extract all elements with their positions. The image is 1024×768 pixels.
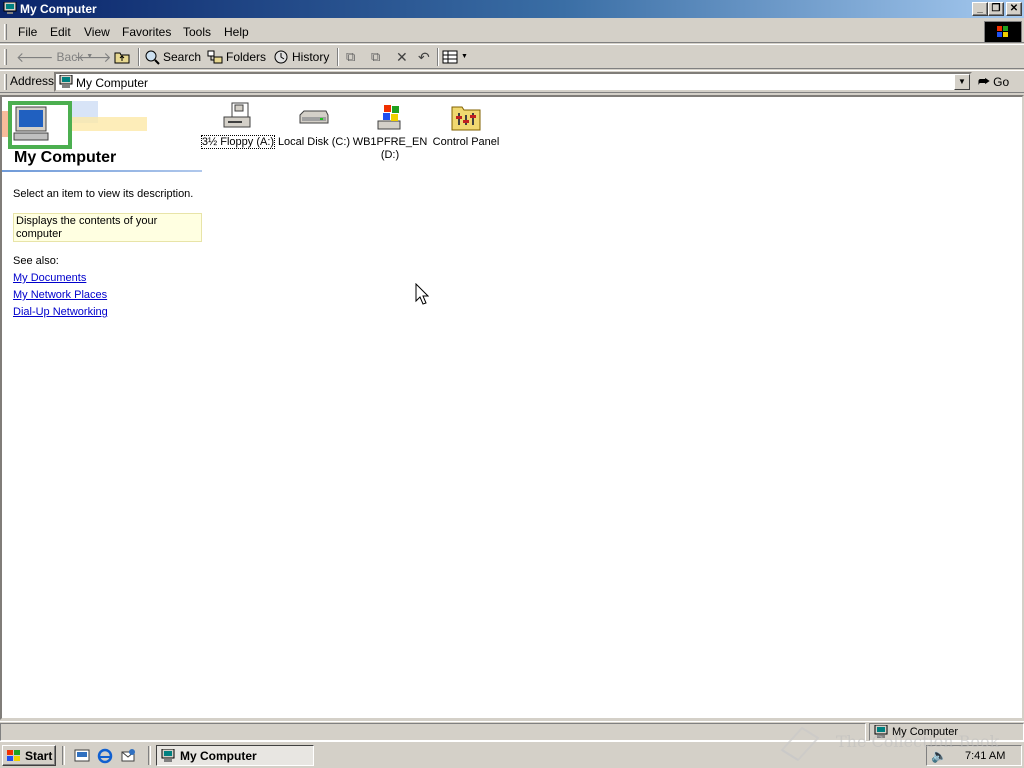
- floppy-drive-icon: [223, 102, 251, 128]
- internet-explorer-icon[interactable]: [97, 748, 113, 764]
- address-dropdown-icon[interactable]: ▼: [954, 74, 970, 90]
- address-value: My Computer: [76, 76, 149, 90]
- copy-to-button[interactable]: ⧉: [371, 48, 380, 66]
- forward-arrow-icon: 🡒: [74, 49, 112, 65]
- item-control-panel[interactable]: Control Panel: [428, 101, 504, 149]
- windows-logo-icon: [984, 21, 1022, 43]
- link-my-documents[interactable]: My Documents: [13, 272, 86, 284]
- taskbar-item-label: My Computer: [180, 748, 257, 763]
- folder-view[interactable]: My Computer Select an item to view its d…: [0, 95, 1024, 720]
- menu-help[interactable]: Help: [224, 25, 249, 39]
- restore-button[interactable]: ❐: [988, 2, 1004, 16]
- menu-favorites[interactable]: Favorites: [122, 25, 171, 39]
- address-bar: Address My Computer ▼ ⮫ Go: [0, 70, 1024, 93]
- views-dropdown-icon: ▼: [461, 53, 468, 60]
- cd-drive-icon: [377, 105, 401, 130]
- address-label: Address: [10, 74, 55, 88]
- views-button[interactable]: ▼: [442, 48, 468, 66]
- search-label: Search: [163, 50, 202, 64]
- menu-view[interactable]: View: [84, 25, 110, 39]
- standard-toolbar: 🡐 Back ▼ 🡒 ▼ Search Folders History ⧉ ⧉ …: [0, 44, 1024, 69]
- copy-to-icon: ⧉: [371, 49, 381, 64]
- mouse-pointer-icon: [415, 283, 429, 305]
- views-icon: [442, 50, 458, 64]
- item-label: WB1PFRE_EN (D:): [352, 136, 428, 161]
- my-computer-icon: [59, 75, 73, 88]
- panel-divider: [2, 170, 202, 172]
- item-label: Local Disk (C:): [277, 136, 351, 148]
- clock[interactable]: 7:41 AM: [965, 747, 1005, 766]
- toolbar-separator: [138, 48, 140, 66]
- start-label: Start: [25, 748, 53, 763]
- quicklaunch-grip[interactable]: [62, 746, 65, 765]
- status-bar: My Computer: [0, 721, 1024, 741]
- menu-file[interactable]: File: [18, 25, 37, 39]
- my-computer-icon: [3, 2, 17, 14]
- move-to-button[interactable]: ⧉: [346, 48, 355, 66]
- folders-button[interactable]: Folders: [207, 48, 266, 66]
- status-pane-main: [0, 723, 866, 741]
- explorer-window: My Computer _ ❐ ✕ File Edit View Favorit…: [0, 0, 1024, 741]
- minimize-button[interactable]: _: [972, 2, 988, 16]
- history-label: History: [292, 50, 330, 64]
- menu-grip[interactable]: [4, 24, 7, 40]
- web-view-panel: My Computer Select an item to view its d…: [2, 97, 204, 327]
- toolbar-separator: [437, 48, 439, 66]
- up-button[interactable]: [114, 48, 130, 66]
- info-tip: Displays the contents of your computer: [13, 213, 202, 242]
- delete-button[interactable]: ✕: [396, 48, 408, 66]
- history-icon: [274, 50, 288, 64]
- undo-icon: ↶: [418, 49, 430, 65]
- address-input[interactable]: My Computer ▼: [54, 72, 972, 92]
- status-pane-zone: My Computer: [869, 723, 1024, 741]
- panel-title: My Computer: [14, 149, 117, 166]
- taskbar-item-my-computer[interactable]: My Computer: [156, 745, 314, 766]
- item-label: 3½ Floppy (A:): [200, 135, 276, 149]
- search-icon: [145, 50, 160, 65]
- toolbar-grip[interactable]: [4, 49, 7, 65]
- see-also-label: See also:: [13, 255, 59, 267]
- item-label: Control Panel: [432, 136, 500, 148]
- move-to-icon: ⧉: [346, 49, 356, 64]
- go-label: Go: [993, 75, 1010, 89]
- panel-description: Select an item to view its description.: [13, 188, 194, 200]
- volume-icon[interactable]: 🔈: [931, 746, 947, 765]
- link-dial-up-networking[interactable]: Dial-Up Networking: [13, 306, 108, 318]
- control-panel-icon: [451, 106, 481, 131]
- item-floppy-drive[interactable]: 3½ Floppy (A:): [200, 101, 276, 149]
- item-cd-drive[interactable]: WB1PFRE_EN (D:): [352, 101, 428, 162]
- go-button[interactable]: ⮫ Go: [978, 74, 1009, 90]
- system-tray: 🔈 7:41 AM: [926, 745, 1022, 766]
- history-button[interactable]: History: [273, 48, 329, 66]
- back-arrow-icon: 🡐: [16, 49, 54, 65]
- window-title: My Computer: [20, 2, 97, 16]
- taskbar: Start My Computer 🔈 7:41 AM: [0, 741, 1024, 768]
- address-grip[interactable]: [4, 74, 7, 90]
- undo-button[interactable]: ↶: [418, 48, 430, 66]
- show-desktop-icon[interactable]: [74, 748, 90, 764]
- my-computer-icon: [874, 725, 888, 738]
- link-my-network-places[interactable]: My Network Places: [13, 289, 107, 301]
- windows-flag-icon: [7, 749, 20, 761]
- start-button[interactable]: Start: [2, 745, 56, 766]
- menu-tools[interactable]: Tools: [183, 25, 211, 39]
- menu-edit[interactable]: Edit: [50, 25, 71, 39]
- outlook-express-icon[interactable]: [120, 748, 136, 764]
- taskbar-grip[interactable]: [148, 746, 151, 765]
- status-location: My Computer: [892, 726, 959, 738]
- item-local-disk[interactable]: Local Disk (C:): [276, 101, 352, 149]
- up-folder-icon: [114, 52, 130, 64]
- close-button[interactable]: ✕: [1006, 2, 1022, 16]
- folders-label: Folders: [226, 50, 267, 64]
- title-bar[interactable]: My Computer _ ❐ ✕: [0, 0, 1024, 18]
- delete-icon: ✕: [396, 49, 408, 65]
- my-computer-icon: [161, 748, 175, 762]
- toolbar-separator: [337, 48, 339, 66]
- go-arrow-icon: ⮫: [978, 74, 991, 89]
- search-button[interactable]: Search: [144, 48, 201, 66]
- menu-bar: File Edit View Favorites Tools Help: [0, 21, 1024, 43]
- hard-disk-icon: [299, 110, 329, 124]
- folders-icon: [207, 50, 223, 64]
